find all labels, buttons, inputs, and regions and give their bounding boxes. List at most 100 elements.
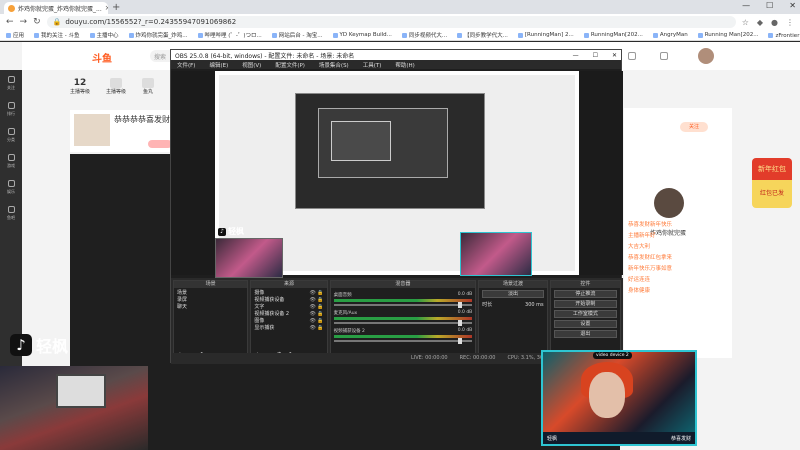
volume-meter [333, 299, 473, 302]
scene-item[interactable]: 聊天 [177, 304, 244, 311]
address-bar[interactable]: 🔒 douyu.com/1556552?_r=0.243559470910698… [46, 16, 736, 28]
volume-slider[interactable] [333, 320, 473, 326]
obs-menu-item[interactable]: 工具(T) [363, 61, 382, 69]
sidebar-item[interactable]: 关注 [0, 70, 22, 96]
star-icon[interactable]: ☆ [742, 18, 749, 27]
mixer-dock: 混音器 桌面音频 0.0 dB 麦克风/Aux 0.0 dB 视频捕获设备 2 0.0 d… [329, 280, 477, 362]
source-visibility-icon[interactable]: 👁 🔒 [309, 290, 323, 297]
sidebar-item[interactable]: 鱼吧 [0, 200, 22, 226]
sidebar-item[interactable]: 游戏 [0, 148, 22, 174]
history-icon[interactable] [628, 52, 636, 60]
bookmark-item[interactable]: 哔哩哔哩 (゜-゜)つロ... [197, 31, 262, 39]
volume-slider[interactable] [333, 302, 473, 308]
bookmark-item[interactable]: 网站后台 - 淘宝... [271, 31, 323, 39]
bookmark-item[interactable]: YD Keymap Build... [332, 32, 392, 38]
minimize-icon[interactable]: — [742, 1, 750, 10]
obs-menu-item[interactable]: 场景集合(S) [319, 61, 349, 69]
obs-menu-item[interactable]: 帮助(H) [395, 61, 414, 69]
source-item[interactable]: 摄像 👁 🔒 [254, 290, 323, 297]
sidebar-item-label: 分类 [7, 136, 15, 142]
bookmark-item[interactable]: Running Man[202... [697, 32, 758, 38]
bookmark-item[interactable]: 【同步教学代大... [457, 31, 508, 39]
sidebar-item-label: 排行 [7, 110, 15, 116]
source-item[interactable]: 图像 👁 🔒 [254, 318, 323, 325]
obs-menu-item[interactable]: 编辑(E) [209, 61, 228, 69]
sidebar-item-label: 游戏 [7, 162, 15, 168]
douyu-logo[interactable]: 斗鱼 [92, 50, 112, 65]
volume-meter [333, 335, 473, 338]
source-visibility-icon[interactable]: 👁 🔒 [309, 304, 323, 311]
mixer-channel: 麦克风/Aux 0.0 dB [333, 310, 473, 326]
bookmark-label: 应用 [13, 33, 25, 39]
control-button[interactable]: 开始录制 [553, 300, 617, 308]
stat-number: 12 [73, 78, 87, 88]
sidebar-item-icon [7, 205, 15, 213]
stat-item[interactable]: 鱼丸 [142, 78, 155, 95]
bookmark-icon [583, 32, 589, 38]
sidebar-item[interactable]: 排行 [0, 96, 22, 122]
bookmark-icon [652, 32, 658, 38]
obs-menu-item[interactable]: 配置文件(P) [275, 61, 305, 69]
source-item[interactable]: 视频捕获设备 👁 🔒 [254, 297, 323, 304]
bookmark-item[interactable]: 应用 [6, 31, 24, 39]
duration-label: 时长 [482, 302, 493, 308]
source-name: 视频捕获设备 2 [254, 311, 290, 317]
obs-menu-bar: 文件(F) 编辑(E) 视图(V) 配置文件(P) 场景集合(S) 工具(T) 帮助(H) [171, 60, 621, 69]
control-button[interactable]: 退出 [553, 330, 617, 338]
obs-menu-item[interactable]: 视图(V) [242, 61, 261, 69]
bookmark-item[interactable]: 我的关注 - 斗鱼 [34, 31, 80, 39]
source-visibility-icon[interactable]: 👁 🔒 [309, 311, 323, 318]
bookmark-item[interactable]: 炸鸡你就完蛋_炸鸡... [128, 31, 188, 39]
bookmark-item[interactable]: RunningMan[202... [583, 32, 643, 38]
menu-icon[interactable]: ⋮ [786, 18, 794, 27]
source-item[interactable]: 视频捕获设备 2 👁 🔒 [254, 311, 323, 318]
bookmark-icon [401, 32, 407, 38]
control-button[interactable]: 停止推流 [553, 290, 617, 298]
duration-row: 时长 300 ms [479, 300, 546, 311]
bookmark-item[interactable]: AngryMan [652, 32, 688, 38]
message-icon[interactable] [660, 52, 668, 60]
red-envelope-widget[interactable]: 新年红包 红包已发 [752, 158, 792, 208]
forward-icon[interactable]: → [20, 17, 28, 27]
sidebar-item[interactable]: 分类 [0, 122, 22, 148]
extension-icon[interactable]: ◆ [757, 18, 763, 27]
source-visibility-icon[interactable]: 👁 🔒 [309, 297, 323, 304]
obs-menu-item[interactable]: 文件(F) [177, 61, 195, 69]
source-name: 图像 [254, 318, 265, 324]
source-visibility-icon[interactable]: 👁 🔒 [309, 318, 323, 325]
source-name: 摄像 [254, 290, 265, 296]
obs-close-icon[interactable]: ✕ [612, 52, 617, 59]
reload-icon[interactable]: ↻ [33, 17, 41, 27]
scene-item[interactable]: 场景 [177, 290, 244, 297]
source-item[interactable]: 显示捕获 👁 🔒 [254, 325, 323, 332]
bookmark-item[interactable]: 主播中心 [89, 31, 119, 39]
obs-minimize-icon[interactable]: — [573, 52, 579, 59]
stat-item[interactable]: 12 主播等级 [70, 78, 90, 95]
source-visibility-icon[interactable]: 👁 🔒 [309, 325, 323, 332]
follow-button[interactable]: 关注 [680, 122, 708, 132]
bookmark-item[interactable]: 同步视频代大... [401, 31, 447, 39]
scene-item[interactable]: 录屏 [177, 297, 244, 304]
close-tab-icon[interactable]: × [105, 4, 108, 12]
user-avatar[interactable] [698, 48, 714, 64]
stat-item[interactable]: 主播等级 [106, 78, 126, 95]
maximize-icon[interactable]: ☐ [766, 1, 773, 10]
new-tab-button[interactable]: + [112, 2, 120, 13]
anchor-card: 恭恭恭恭喜发财! [70, 110, 180, 152]
source-item[interactable]: 文字 👁 🔒 [254, 304, 323, 311]
obs-maximize-icon[interactable]: ☐ [593, 52, 598, 59]
bookmark-item[interactable]: zFrontier 装备前线... [768, 31, 800, 39]
duration-input[interactable]: 300 ms [525, 302, 544, 309]
bookmark-item[interactable]: [RunningMan] 2... [517, 32, 574, 38]
transition-select[interactable]: 淡出 [482, 290, 544, 298]
browser-tab[interactable]: 炸鸡你就完蛋_炸鸡你就完蛋_... × [4, 2, 108, 14]
back-icon[interactable]: ← [6, 17, 14, 27]
sidebar-item[interactable]: 娱乐 [0, 174, 22, 200]
anchor-avatar[interactable] [74, 114, 110, 146]
profile-icon[interactable]: ● [771, 18, 778, 27]
red-envelope-title: 新年红包 [752, 158, 792, 180]
close-icon[interactable]: ✕ [789, 1, 796, 10]
volume-slider[interactable] [333, 338, 473, 344]
control-button[interactable]: 工作室模式 [553, 310, 617, 318]
control-button[interactable]: 设置 [553, 320, 617, 328]
